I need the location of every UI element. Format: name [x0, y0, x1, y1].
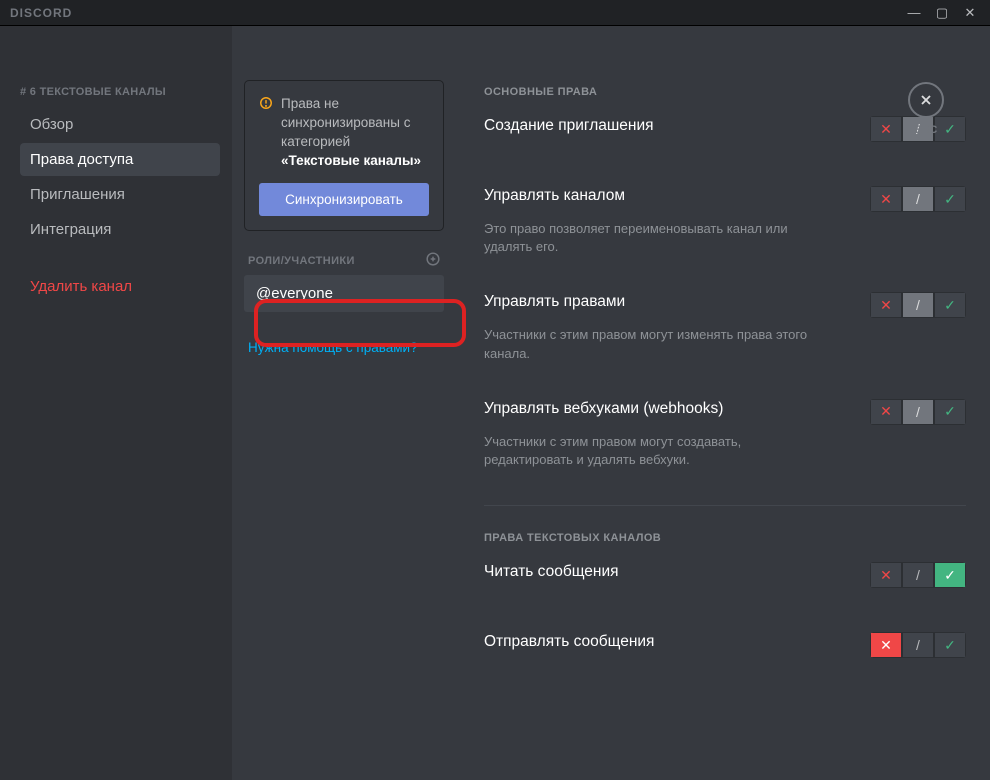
toggle-allow[interactable]: ✓ [934, 562, 966, 588]
warning-icon [259, 96, 273, 171]
permissions-help-link[interactable]: Нужна помощь с правами? [244, 332, 444, 363]
perm-manage-channel: Управлять каналом ✕ / ✓ Это право позвол… [484, 186, 966, 264]
sync-message: Права не синхронизированы с категорией «… [259, 95, 429, 171]
permissions-panel: ОСНОВНЫЕ ПРАВА Создание приглашения ✕ / … [456, 26, 990, 780]
perm-title: Управлять правами [484, 292, 625, 313]
perm-toggle: ✕ / ✓ [870, 186, 966, 212]
close-settings: ESC [908, 82, 944, 136]
roles-column: Права не синхронизированы с категорией «… [232, 26, 456, 780]
toggle-deny[interactable]: ✕ [870, 399, 902, 425]
sync-card: Права не синхронизированы с категорией «… [244, 80, 444, 231]
window-controls: — ▢ ✕ [900, 2, 984, 24]
perm-create-invite: Создание приглашения ✕ / ✓ [484, 116, 966, 158]
toggle-allow[interactable]: ✓ [934, 186, 966, 212]
esc-label: ESC [908, 124, 944, 136]
add-role-button[interactable] [426, 251, 440, 271]
perm-title: Создание приглашения [484, 116, 654, 137]
close-button[interactable] [908, 82, 944, 118]
perm-title: Управлять каналом [484, 186, 625, 207]
title-bar: DISCORD — ▢ ✕ [0, 0, 990, 26]
perm-toggle: ✕ / ✓ [870, 562, 966, 588]
toggle-allow[interactable]: ✓ [934, 632, 966, 658]
channel-breadcrumb: # 6 ТЕКСТОВЫЕ КАНАЛЫ [20, 86, 220, 98]
app-brand: DISCORD [10, 6, 72, 20]
toggle-neutral[interactable]: / [902, 292, 934, 318]
perm-desc: Участники с этим правом могут изменять п… [484, 326, 824, 362]
section-divider [484, 505, 966, 506]
toggle-deny[interactable]: ✕ [870, 116, 902, 142]
nav-integration[interactable]: Интеграция [20, 213, 220, 246]
perm-desc: Это право позволяет переименовывать кана… [484, 220, 824, 256]
perm-title: Управлять вебхуками (webhooks) [484, 399, 723, 420]
toggle-deny[interactable]: ✕ [870, 632, 902, 658]
minimize-button[interactable]: — [900, 2, 928, 24]
maximize-button[interactable]: ▢ [928, 2, 956, 24]
toggle-deny[interactable]: ✕ [870, 292, 902, 318]
perm-manage-webhooks: Управлять вебхуками (webhooks) ✕ / ✓ Уча… [484, 399, 966, 477]
toggle-deny[interactable]: ✕ [870, 186, 902, 212]
perm-read-messages: Читать сообщения ✕ / ✓ [484, 562, 966, 604]
toggle-allow[interactable]: ✓ [934, 292, 966, 318]
perm-desc: Участники с этим правом могут создавать,… [484, 433, 824, 469]
roles-header: РОЛИ/УЧАСТНИКИ [244, 251, 444, 271]
toggle-neutral[interactable]: / [902, 562, 934, 588]
section-general: ОСНОВНЫЕ ПРАВА [484, 86, 966, 98]
nav-overview[interactable]: Обзор [20, 108, 220, 141]
nav-delete-channel[interactable]: Удалить канал [20, 270, 220, 303]
close-window-button[interactable]: ✕ [956, 2, 984, 24]
perm-toggle: ✕ / ✓ [870, 399, 966, 425]
perm-send-messages: Отправлять сообщения ✕ / ✓ [484, 632, 966, 674]
toggle-deny[interactable]: ✕ [870, 562, 902, 588]
perm-title: Отправлять сообщения [484, 632, 654, 653]
perm-toggle: ✕ / ✓ [870, 292, 966, 318]
nav-invites[interactable]: Приглашения [20, 178, 220, 211]
perm-toggle: ✕ / ✓ [870, 632, 966, 658]
toggle-neutral[interactable]: / [902, 399, 934, 425]
toggle-neutral[interactable]: / [902, 186, 934, 212]
perm-manage-perms: Управлять правами ✕ / ✓ Участники с этим… [484, 292, 966, 370]
toggle-neutral[interactable]: / [902, 632, 934, 658]
toggle-allow[interactable]: ✓ [934, 399, 966, 425]
perm-title: Читать сообщения [484, 562, 619, 583]
sync-button[interactable]: Синхронизировать [259, 183, 429, 216]
settings-sidebar: # 6 ТЕКСТОВЫЕ КАНАЛЫ Обзор Права доступа… [0, 26, 232, 780]
nav-permissions[interactable]: Права доступа [20, 143, 220, 176]
section-text: ПРАВА ТЕКСТОВЫХ КАНАЛОВ [484, 532, 966, 544]
role-everyone[interactable]: @everyone [244, 275, 444, 312]
